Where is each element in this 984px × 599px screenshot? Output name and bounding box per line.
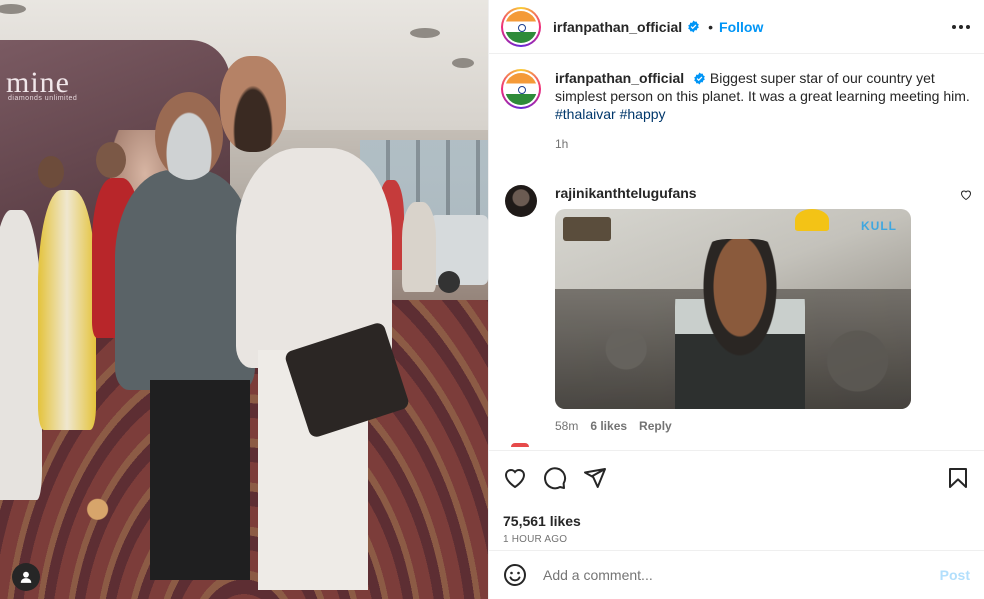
flag-icon xyxy=(505,73,537,105)
post-header: irfanpathan_official • Follow xyxy=(489,0,984,54)
subject-head xyxy=(220,56,286,152)
flag-icon xyxy=(505,10,537,43)
commenter-username[interactable]: rajinikanthtelugufans xyxy=(555,185,911,201)
caption-hashtags[interactable]: #thalaivar #happy xyxy=(555,106,666,122)
gif-helmet xyxy=(795,209,829,231)
person-left xyxy=(0,210,42,500)
author-avatar[interactable] xyxy=(501,6,541,47)
action-icons xyxy=(503,463,970,493)
comment-input[interactable] xyxy=(543,567,940,583)
post-photo[interactable]: mine diamonds unlimited xyxy=(0,0,488,599)
add-comment-bar: Post xyxy=(489,550,984,599)
person-head xyxy=(38,156,64,188)
caption-time[interactable]: 1h xyxy=(555,135,970,153)
billboard-subtext: diamonds unlimited xyxy=(8,95,78,102)
gif-watermark: KULL xyxy=(861,219,897,233)
comment-likes[interactable]: 6 likes xyxy=(590,419,627,433)
person-yellow xyxy=(38,190,96,430)
person-head xyxy=(96,142,126,178)
gif-figure xyxy=(675,239,805,409)
comment-icon[interactable] xyxy=(543,466,567,490)
more-icon xyxy=(952,24,956,29)
comment-body: rajinikanthtelugufans KULL 58m 6 likes R… xyxy=(555,185,911,433)
caption: irfanpathan_official Biggest super star … xyxy=(489,55,984,153)
ceiling-light xyxy=(452,58,474,68)
subject-head xyxy=(155,92,223,180)
verified-icon xyxy=(688,20,699,33)
tagged-users-button[interactable] xyxy=(12,563,40,591)
comments-section[interactable]: irfanpathan_official Biggest super star … xyxy=(489,55,984,449)
post-sidebar: irfanpathan_official • Follow irfanpatha… xyxy=(488,0,984,599)
caption-username[interactable]: irfanpathan_official xyxy=(555,70,684,86)
comment-like-icon[interactable] xyxy=(960,189,972,201)
follow-button[interactable]: Follow xyxy=(719,19,763,35)
comment-time[interactable]: 58m xyxy=(555,419,578,433)
comment-gif[interactable]: KULL xyxy=(555,209,911,409)
post-time[interactable]: 1 hour ago xyxy=(503,534,970,545)
subject-trousers xyxy=(150,380,250,580)
author-avatar[interactable] xyxy=(501,69,541,109)
like-icon[interactable] xyxy=(503,466,527,490)
likes-count[interactable]: 75,561 likes xyxy=(503,513,970,529)
reply-button[interactable]: Reply xyxy=(639,419,672,433)
post-comment-button[interactable]: Post xyxy=(940,567,970,583)
save-icon[interactable] xyxy=(946,466,970,490)
golf-cart xyxy=(430,215,488,293)
emoji-icon[interactable] xyxy=(503,563,527,587)
ceiling-light xyxy=(0,4,26,14)
author-username[interactable]: irfanpathan_official xyxy=(553,19,682,35)
user-icon xyxy=(20,571,32,583)
next-comment-avatar xyxy=(511,443,529,447)
comment-meta: 58m 6 likes Reply xyxy=(555,419,911,433)
caption-body: irfanpathan_official Biggest super star … xyxy=(555,69,970,153)
gif-logo xyxy=(563,217,611,241)
person-bg xyxy=(402,202,436,292)
commenter-avatar[interactable] xyxy=(505,185,537,217)
subject-grey-shirt xyxy=(115,170,255,390)
post-modal: mine diamonds unlimited irfanpathan_offi… xyxy=(0,0,984,599)
verified-icon xyxy=(694,72,705,85)
post-actions: 75,561 likes 1 hour ago xyxy=(489,450,984,545)
separator-dot: • xyxy=(708,18,714,35)
comment-item: rajinikanthtelugufans KULL 58m 6 likes R… xyxy=(489,169,984,433)
share-icon[interactable] xyxy=(583,466,607,490)
ceiling-light xyxy=(410,28,440,38)
more-options-button[interactable] xyxy=(952,19,970,35)
